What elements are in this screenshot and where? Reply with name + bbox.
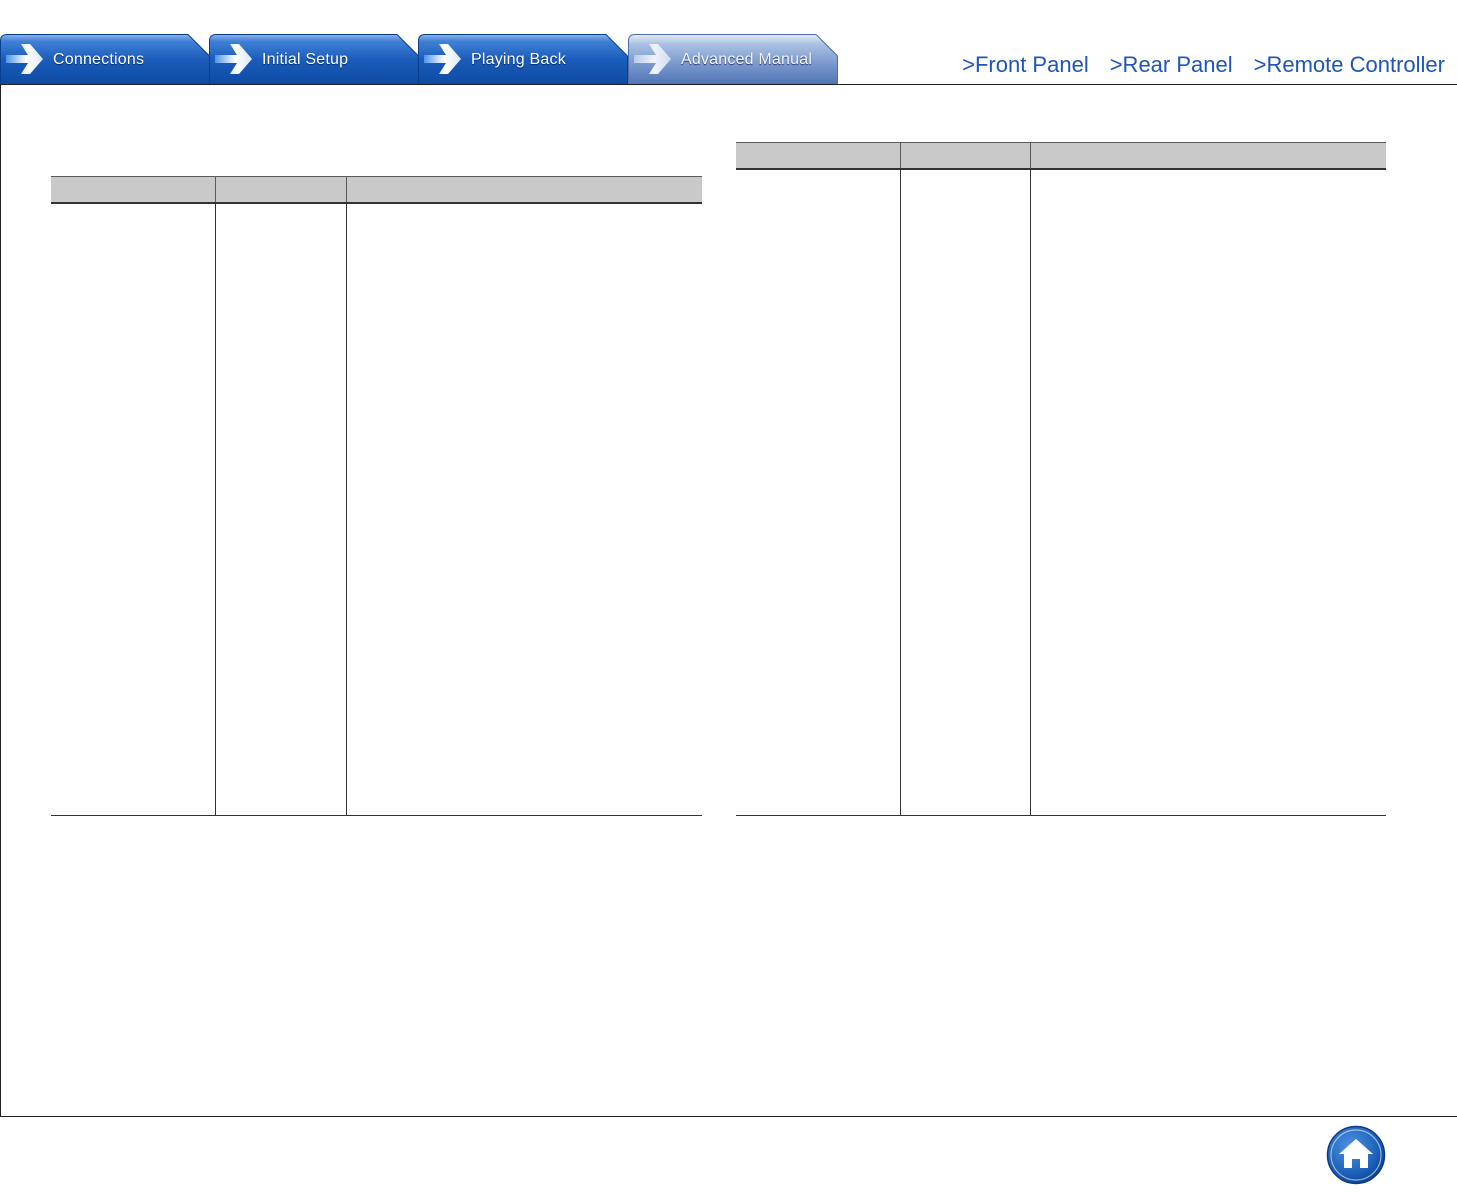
table-cell xyxy=(345,203,702,816)
tab-label: Initial Setup xyxy=(262,51,349,68)
table-header-cell xyxy=(214,176,346,204)
table-cell xyxy=(899,169,1030,816)
table-cell xyxy=(1029,169,1386,816)
table-header-cell xyxy=(736,142,900,170)
arrow-right-icon xyxy=(424,44,461,74)
rear-panel-link[interactable]: >Rear Panel xyxy=(1110,52,1233,78)
tab-initial-setup[interactable]: Initial Setup xyxy=(209,34,419,85)
table-header-cell xyxy=(1029,142,1386,170)
home-icon xyxy=(1326,1125,1386,1185)
table-row xyxy=(51,203,702,816)
arrow-right-icon xyxy=(6,44,43,74)
tab-label: Advanced Manual xyxy=(681,51,813,68)
table-left xyxy=(51,176,702,816)
table-cell xyxy=(51,203,215,816)
tab-label: Connections xyxy=(53,51,145,68)
front-panel-link[interactable]: >Front Panel xyxy=(962,52,1089,78)
table-cell xyxy=(214,203,346,816)
remote-controller-link[interactable]: >Remote Controller xyxy=(1254,52,1445,78)
arrow-right-icon xyxy=(634,44,671,74)
home-button[interactable] xyxy=(1326,1125,1386,1185)
main-nav-tabs: Connections Initial Setup Playing Back A… xyxy=(0,34,840,85)
table-header-row xyxy=(736,142,1386,170)
table-header-row xyxy=(51,176,702,204)
table-row xyxy=(736,169,1386,816)
tab-playing-back[interactable]: Playing Back xyxy=(418,34,628,85)
table-cell xyxy=(736,169,900,816)
table-header-cell xyxy=(51,176,215,204)
quick-links: >Front Panel >Rear Panel >Remote Control… xyxy=(962,52,1445,78)
tab-advanced-manual[interactable]: Advanced Manual xyxy=(628,34,838,85)
tab-connections[interactable]: Connections xyxy=(0,34,210,85)
arrow-right-icon xyxy=(215,44,252,74)
table-right xyxy=(736,142,1386,816)
table-header-cell xyxy=(345,176,702,204)
table-header-cell xyxy=(899,142,1030,170)
tab-label: Playing Back xyxy=(471,51,566,68)
